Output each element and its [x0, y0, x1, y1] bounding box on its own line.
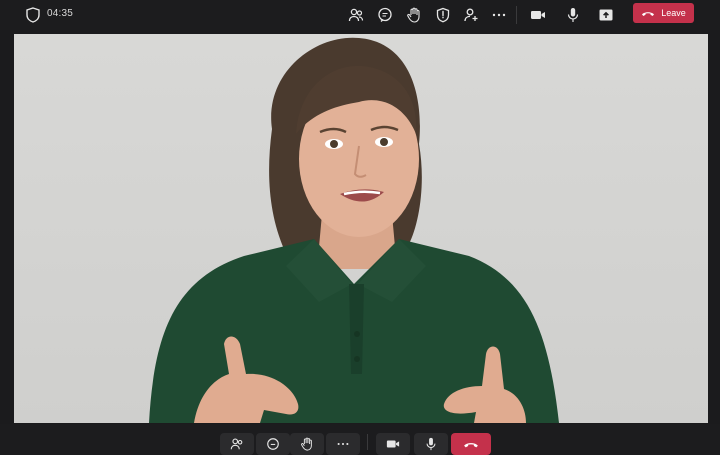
raise-hand-button[interactable] — [290, 433, 324, 455]
meeting-top-bar: 04:35 Leave — [0, 0, 720, 30]
security-shield-icon — [26, 7, 40, 23]
raise-hand-icon[interactable] — [405, 6, 423, 24]
camera-icon — [386, 440, 400, 448]
chat-icon[interactable] — [376, 6, 394, 24]
hang-up-button[interactable] — [451, 433, 491, 455]
microphone-button[interactable] — [414, 433, 448, 455]
meeting-bottom-bar — [0, 424, 720, 455]
participant-video — [14, 34, 708, 423]
share-screen-icon[interactable] — [597, 6, 615, 24]
chat-icon — [267, 438, 279, 450]
leave-button[interactable]: Leave — [633, 3, 694, 23]
meeting-timer: 04:35 — [47, 8, 74, 19]
add-person-icon[interactable] — [462, 6, 480, 24]
shield-icon[interactable] — [434, 6, 452, 24]
camera-button[interactable] — [376, 433, 410, 455]
people-icon — [230, 438, 243, 450]
speaker-figure — [149, 37, 559, 423]
microphone-icon[interactable] — [564, 6, 582, 24]
more-options-icon[interactable] — [490, 6, 508, 24]
raise-hand-icon — [301, 437, 312, 451]
more-options-icon — [337, 442, 349, 446]
more-options-button[interactable] — [326, 433, 360, 455]
camera-icon[interactable] — [529, 6, 547, 24]
toolbar-divider — [516, 6, 517, 24]
hang-up-icon — [464, 443, 478, 448]
leave-label: Leave — [661, 8, 686, 18]
people-icon[interactable] — [347, 6, 365, 24]
hang-up-icon — [642, 12, 655, 16]
chat-button[interactable] — [256, 433, 290, 455]
microphone-icon — [426, 437, 436, 451]
people-button[interactable] — [220, 433, 254, 455]
toolbar-divider — [367, 434, 368, 450]
